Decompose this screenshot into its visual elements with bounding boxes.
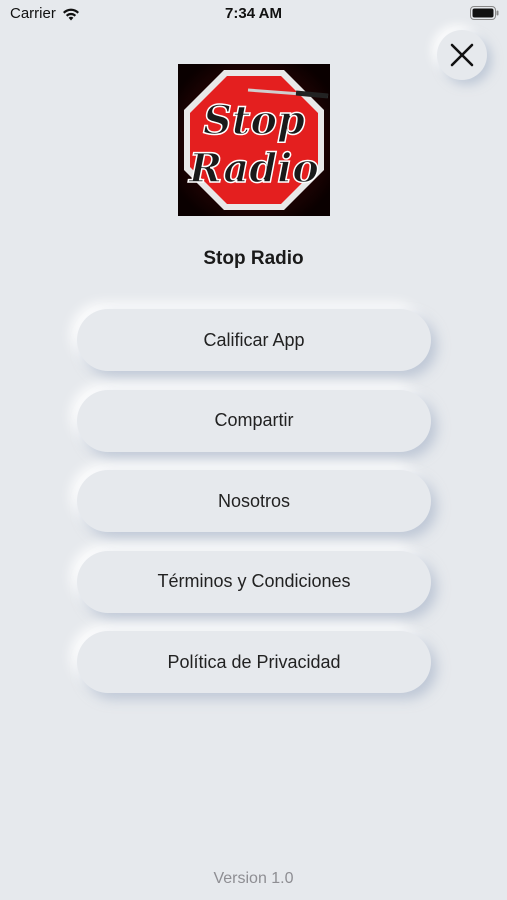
- status-bar: Carrier 7:34 AM: [0, 0, 507, 28]
- close-button[interactable]: [437, 30, 487, 80]
- about-us-button[interactable]: Nosotros: [77, 470, 431, 532]
- rate-app-button[interactable]: Calificar App: [77, 309, 431, 371]
- battery-icon: [470, 6, 499, 20]
- privacy-policy-button[interactable]: Política de Privacidad: [77, 631, 431, 693]
- app-logo: Stop Radio: [178, 64, 330, 216]
- logo-text-line2: Radio: [188, 145, 319, 192]
- close-icon: [450, 43, 474, 67]
- logo-text-line1: Stop: [203, 97, 305, 144]
- share-button[interactable]: Compartir: [77, 389, 431, 452]
- version-label: Version 1.0: [213, 870, 294, 887]
- menu-list: Calificar App Compartir Nosotros Término…: [77, 309, 431, 712]
- terms-button[interactable]: Términos y Condiciones: [77, 550, 431, 613]
- status-time: 7:34 AM: [225, 5, 282, 22]
- app-name-title: Stop Radio: [203, 248, 304, 269]
